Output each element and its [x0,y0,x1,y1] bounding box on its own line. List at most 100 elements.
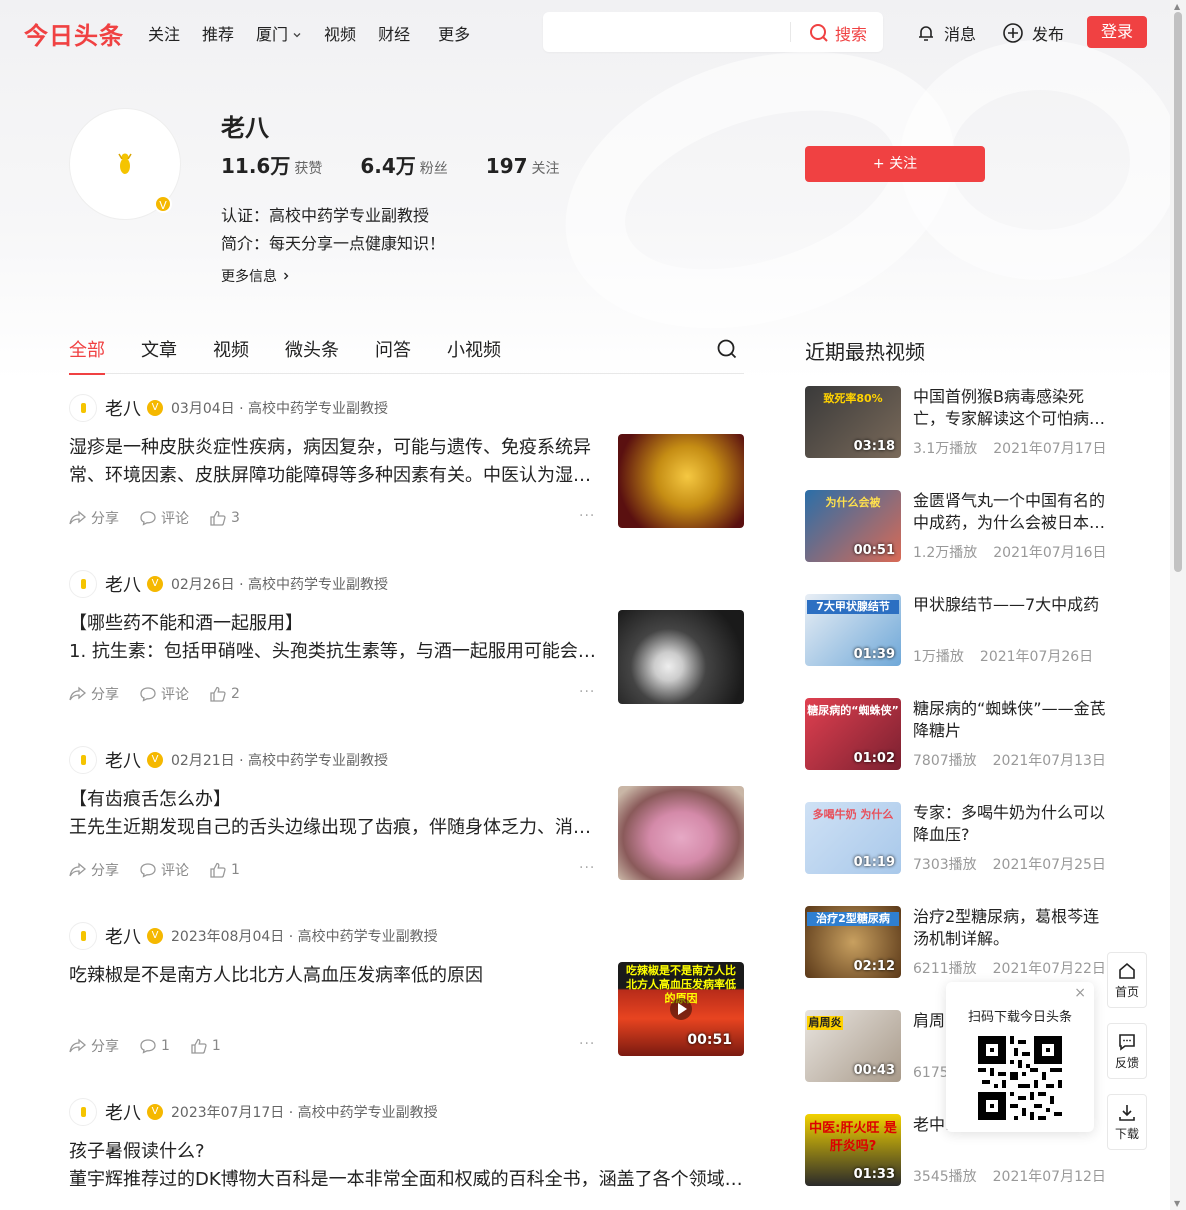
hot-video-item[interactable]: 多喝牛奶 为什么 01:19 专家：多喝牛奶为什么可以降血压? 7303播放 202… [805,802,1108,878]
feedback-tool-button[interactable]: 反馈 [1107,1023,1147,1079]
author-name[interactable]: 老八 [105,395,141,421]
author-name[interactable]: 老八 [105,923,141,949]
video-thumbnail[interactable]: 7大甲状腺结节 01:39 [805,594,901,666]
author-name[interactable]: 老八 [105,747,141,773]
author-name[interactable]: 老八 [105,1099,141,1125]
hot-video-item[interactable]: 致死率80% 03:18 中国首例猴B病毒感染死亡，专家解读这个可怕病… 3.1万… [805,386,1108,462]
follow-button[interactable]: + 关注 [805,146,985,182]
hot-video-item[interactable]: 糖尿病的“蜘蛛侠” 01:02 糖尿病的“蜘蛛侠”——金芪降糖片 7807播放 20… [805,698,1108,774]
feed-item[interactable]: 老八 V 2023年08月04日 · 高校中药学专业副教授 吃辣椒是不是南方人比… [69,922,744,1062]
publish-link[interactable]: 发布 [1002,21,1064,45]
site-logo[interactable]: 今日头条 [24,16,124,51]
nav-follow[interactable]: 关注 [148,21,180,45]
share-button[interactable]: 分享 [69,684,119,704]
video-title[interactable]: 治疗2型糖尿病，葛根芩连汤机制详解。 [913,906,1108,950]
author-avatar[interactable] [69,394,97,422]
more-options-icon[interactable]: ··· [579,1036,595,1052]
feed-item[interactable]: 老八 V 02月21日 · 高校中药学专业副教授 【有齿痕舌怎么办】 王先生近期… [69,746,744,886]
comment-button[interactable]: 1 [139,1038,170,1054]
page-scrollbar[interactable]: ▲ ▼ [1170,0,1186,1210]
fans-label[interactable]: 粉丝 [420,158,448,178]
tab-articles[interactable]: 文章 [141,336,177,374]
nav-video[interactable]: 视频 [324,21,356,45]
following-count[interactable]: 197 [486,154,528,178]
nav-recommend[interactable]: 推荐 [202,21,234,45]
search-icon[interactable] [716,338,738,360]
main-nav: 关注 推荐 厦门 视频 财经 更多 [148,21,492,45]
more-info-link[interactable]: 更多信息 [221,266,291,286]
close-icon[interactable]: × [1074,985,1086,1001]
login-button[interactable]: 登录 [1087,16,1147,48]
comment-button[interactable]: 评论 [139,860,189,880]
post-text[interactable]: 湿疹是一种皮肤炎症性疾病，病因复杂，可能与遗传、免疫系统异 常、环境因素、皮肤屏… [69,434,599,490]
video-title[interactable]: 甲状腺结节——7大中成药 [913,594,1108,616]
comment-button[interactable]: 评论 [139,508,189,528]
search-divider [790,22,791,42]
post-text[interactable]: 孩子暑假读什么? 董宇辉推荐过的DK博物大百科是一本非常全面和权威的百科全书，涵… [69,1138,744,1194]
like-button[interactable]: 2 [209,686,240,702]
video-thumbnail[interactable]: 为什么会被 00:51 [805,490,901,562]
author-avatar[interactable] [69,922,97,950]
video-duration: 00:43 [853,1063,895,1078]
more-options-icon[interactable]: ··· [579,684,595,700]
feed-item[interactable]: 老八 V 2023年07月17日 · 高校中药学专业副教授 孩子暑假读什么? 董… [69,1098,744,1210]
hot-video-item[interactable]: 7大甲状腺结节 01:39 甲状腺结节——7大中成药 1万播放 2021年07月26… [805,594,1105,670]
post-thumbnail[interactable] [618,434,744,528]
home-tool-button[interactable]: 首页 [1107,952,1147,1008]
tab-all[interactable]: 全部 [69,336,105,375]
tab-videos[interactable]: 视频 [213,336,249,374]
video-thumbnail[interactable]: 致死率80% 03:18 [805,386,901,458]
post-thumbnail[interactable] [618,610,744,704]
hot-video-item[interactable]: 治疗2型糖尿病 02:12 治疗2型糖尿病，葛根芩连汤机制详解。 6211播放 20… [805,906,1108,982]
author-avatar[interactable] [69,570,97,598]
download-tool-button[interactable]: 下载 [1107,1094,1147,1150]
share-button[interactable]: 分享 [69,1036,119,1056]
share-button[interactable]: 分享 [69,508,119,528]
post-text[interactable]: 【有齿痕舌怎么办】 王先生近期发现自己的舌头边缘出现了齿痕，伴随身体乏力、消… [69,786,599,842]
tab-short-videos[interactable]: 小视频 [447,336,501,374]
search-button[interactable]: 搜索 [809,21,867,45]
like-button[interactable]: 1 [209,862,240,878]
video-thumbnail[interactable]: 吃辣椒是不是南方人比北方人高血压发病率低的原因 00:51 [618,962,744,1056]
share-button[interactable]: 分享 [69,860,119,880]
search-input[interactable] [553,20,783,44]
video-thumbnail[interactable]: 中医:肝火旺 是肝炎吗? 01:33 [805,1114,901,1186]
more-options-icon[interactable]: ··· [579,860,595,876]
video-title[interactable]: 专家：多喝牛奶为什么可以降血压? [913,802,1108,846]
tab-micro-posts[interactable]: 微头条 [285,336,339,374]
scroll-up-arrow-icon[interactable]: ▲ [1174,2,1180,11]
author-avatar[interactable] [69,746,97,774]
play-count: 6211播放 [913,961,977,977]
video-thumbnail[interactable]: 糖尿病的“蜘蛛侠” 01:02 [805,698,901,770]
video-title[interactable]: 中国首例猴B病毒感染死亡，专家解读这个可怕病… [913,386,1108,430]
tab-qa[interactable]: 问答 [375,336,411,374]
comment-button[interactable]: 评论 [139,684,189,704]
video-thumbnail[interactable]: 肩周炎 00:43 [805,1010,901,1082]
video-thumbnail[interactable]: 治疗2型糖尿病 02:12 [805,906,901,978]
post-text[interactable]: 【哪些药不能和酒一起服用】 1. 抗生素：包括甲硝唑、头孢类抗生素等，与酒一起服… [69,610,599,666]
post-text[interactable]: 吃辣椒是不是南方人比北方人高血压发病率低的原因 [69,962,599,990]
fans-count[interactable]: 6.4万 [360,150,415,179]
nav-finance[interactable]: 财经 [378,21,410,45]
like-button[interactable]: 3 [209,510,240,526]
video-title[interactable]: 金匮肾气丸一个中国有名的中成药，为什么会被日本… [913,490,1108,534]
author-avatar[interactable] [69,1098,97,1126]
feed-item[interactable]: 老八 V 02月26日 · 高校中药学专业副教授 【哪些药不能和酒一起服用】 1… [69,570,744,710]
post-meta: 2023年08月04日 · 高校中药学专业副教授 [171,929,438,945]
post-thumbnail[interactable] [618,786,744,880]
scroll-down-arrow-icon[interactable]: ▼ [1174,1199,1180,1208]
video-title[interactable]: 糖尿病的“蜘蛛侠”——金芪降糖片 [913,698,1108,742]
avatar[interactable]: V [69,108,181,220]
like-button[interactable]: 1 [190,1038,221,1054]
nav-city[interactable]: 厦门 [256,21,302,45]
author-name[interactable]: 老八 [105,571,141,597]
scrollbar-thumb[interactable] [1174,12,1182,572]
video-thumbnail[interactable]: 多喝牛奶 为什么 01:19 [805,802,901,874]
more-options-icon[interactable]: ··· [579,508,595,524]
feed-item[interactable]: 老八 V 03月04日 · 高校中药学专业副教授 湿疹是一种皮肤炎症性疾病，病因… [69,394,744,534]
messages-link[interactable]: 消息 [916,21,976,45]
nav-more[interactable]: 更多 [438,21,470,45]
video-meta: 3545播放 2021年07月12日 [913,1166,1122,1186]
hot-video-item[interactable]: 为什么会被 00:51 金匮肾气丸一个中国有名的中成药，为什么会被日本… 1.2万… [805,490,1108,566]
following-label[interactable]: 关注 [532,158,560,178]
